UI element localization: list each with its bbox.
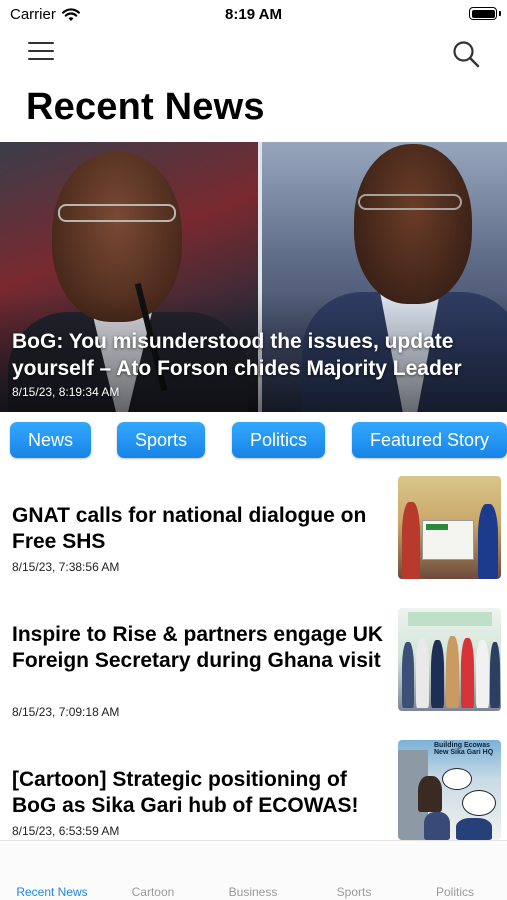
hero-headline[interactable]: BoG: You misunderstood the issues, updat…	[12, 328, 502, 382]
hero-story[interactable]: BoG: You misunderstood the issues, updat…	[0, 142, 507, 412]
tab-sports[interactable]: Sports	[304, 885, 404, 899]
hamburger-menu-icon[interactable]	[28, 42, 54, 64]
tab-cartoon[interactable]: Cartoon	[103, 885, 203, 899]
article-title[interactable]: Inspire to Rise & partners engage UK For…	[12, 622, 388, 674]
article-thumbnail[interactable]: Building Ecowas New Sika Gari HQ	[398, 740, 501, 840]
article-timestamp: 8/15/23, 6:53:59 AM	[12, 824, 120, 838]
article-thumbnail[interactable]	[398, 608, 501, 711]
page-title: Recent News	[26, 86, 265, 128]
article-thumbnail[interactable]	[398, 476, 501, 579]
category-chip-bar[interactable]: News Sports Politics Featured Story	[0, 422, 507, 460]
bottom-tab-bar: Recent News Cartoon Business Sports Poli…	[0, 840, 507, 900]
chip-featured-story[interactable]: Featured Story	[352, 422, 507, 458]
article-list-item[interactable]: GNAT calls for national dialogue on Free…	[0, 476, 507, 584]
status-time: 8:19 AM	[225, 6, 282, 23]
tab-recent-news[interactable]: Recent News	[2, 885, 102, 899]
navigation-bar	[0, 34, 507, 74]
search-icon[interactable]	[451, 39, 481, 69]
cartoon-caption: Building Ecowas New Sika Gari HQ	[434, 742, 494, 756]
article-title[interactable]: [Cartoon] Strategic positioning of BoG a…	[12, 767, 388, 819]
tab-business[interactable]: Business	[203, 885, 303, 899]
article-list-item[interactable]: Inspire to Rise & partners engage UK For…	[0, 608, 507, 719]
article-list-item[interactable]: [Cartoon] Strategic positioning of BoG a…	[0, 740, 507, 840]
tab-politics[interactable]: Politics	[405, 885, 505, 899]
hero-timestamp: 8/15/23, 8:19:34 AM	[12, 385, 120, 399]
status-bar: Carrier 8:19 AM	[0, 0, 507, 30]
article-timestamp: 8/15/23, 7:38:56 AM	[12, 560, 120, 574]
article-title[interactable]: GNAT calls for national dialogue on Free…	[12, 503, 388, 555]
chip-politics[interactable]: Politics	[232, 422, 326, 458]
battery-icon	[469, 7, 497, 20]
battery-tip	[499, 11, 501, 16]
article-timestamp: 8/15/23, 7:09:18 AM	[12, 705, 120, 719]
chip-sports[interactable]: Sports	[117, 422, 206, 458]
chip-news[interactable]: News	[10, 422, 92, 458]
